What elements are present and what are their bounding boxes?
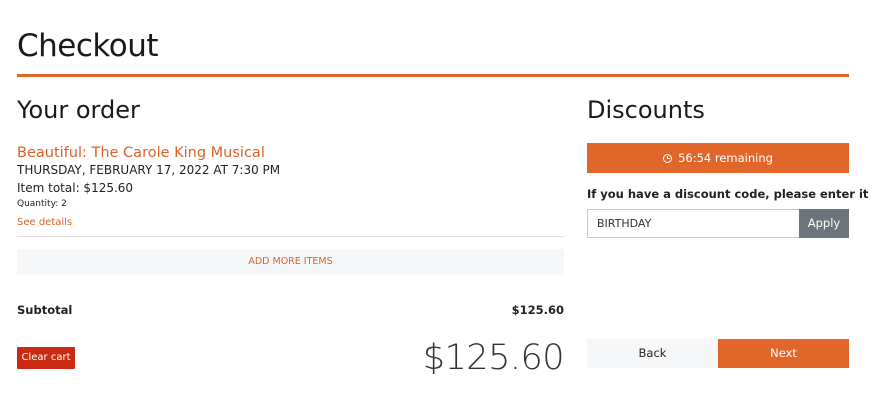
add-more-items-button[interactable]: ADD MORE ITEMS xyxy=(17,249,564,275)
clock-icon xyxy=(663,153,673,163)
subtotal-value: $125.60 xyxy=(511,303,564,317)
title-divider xyxy=(17,74,849,77)
order-total: $125.60 xyxy=(422,338,565,378)
time-remaining-banner: 56:54 remaining xyxy=(587,143,849,173)
event-title: Beautiful: The Carole King Musical xyxy=(17,145,265,161)
discount-code-input[interactable] xyxy=(587,209,799,238)
clear-cart-button[interactable]: Clear cart xyxy=(17,347,75,369)
back-button[interactable]: Back xyxy=(587,339,718,368)
see-details-link[interactable]: See details xyxy=(17,216,72,230)
time-remaining-text: 56:54 remaining xyxy=(678,151,773,165)
event-date: THURSDAY, FEBRUARY 17, 2022 AT 7:30 PM xyxy=(17,163,281,177)
discount-prompt: If you have a discount code, please ente… xyxy=(587,187,869,201)
order-heading: Your order xyxy=(17,96,140,124)
subtotal-label: Subtotal xyxy=(17,303,73,317)
item-total: Item total: $125.60 xyxy=(17,181,134,195)
discounts-heading: Discounts xyxy=(587,96,705,124)
order-divider xyxy=(17,236,564,237)
next-button[interactable]: Next xyxy=(718,339,849,368)
apply-discount-button[interactable]: Apply xyxy=(799,209,849,238)
item-quantity: Quantity: 2 xyxy=(17,199,67,209)
page-title: Checkout xyxy=(17,28,159,64)
